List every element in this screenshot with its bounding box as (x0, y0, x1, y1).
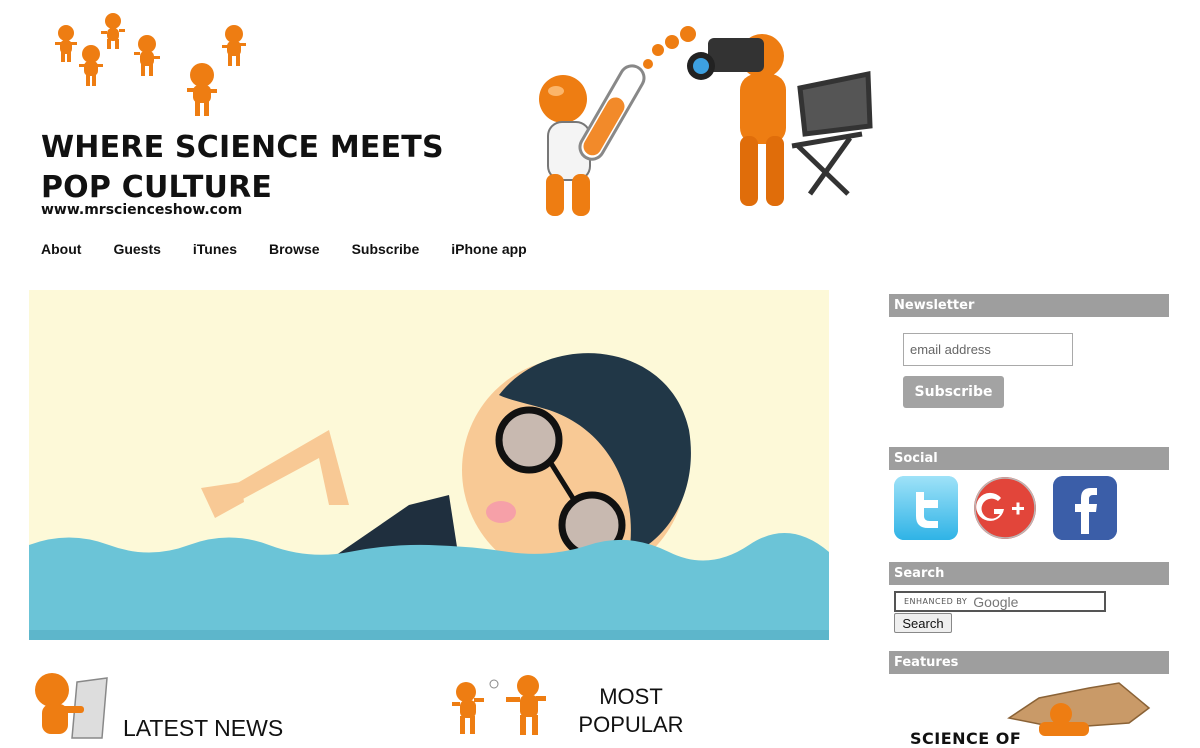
latest-news-figure-icon (35, 673, 108, 739)
nav-itunes[interactable]: iTunes (193, 241, 237, 257)
social-heading: Social (889, 447, 1169, 470)
site-title: WHERE SCIENCE MEETS POP CULTURE (41, 128, 461, 208)
main-nav: About Guests iTunes Browse Subscribe iPh… (41, 241, 559, 257)
features-heading: Features (889, 651, 1169, 674)
most-popular-figures-icon (452, 675, 546, 735)
hero-swimmer-image[interactable] (29, 290, 829, 640)
enhanced-by-label: ENHANCED BY (904, 597, 968, 606)
search-heading: Search (889, 562, 1169, 585)
nav-guests[interactable]: Guests (113, 241, 160, 257)
most-popular-line2: POPULAR (578, 712, 684, 737)
facebook-icon[interactable] (1053, 476, 1117, 540)
nav-about[interactable]: About (41, 241, 81, 257)
nav-iphone-app[interactable]: iPhone app (451, 241, 526, 257)
search-button[interactable]: Search (894, 613, 952, 633)
subscribe-button[interactable]: Subscribe (903, 376, 1004, 408)
running-figures-illustration (55, 13, 246, 116)
most-popular-heading: MOST POPULAR (576, 683, 686, 739)
twitter-icon[interactable] (894, 476, 958, 540)
latest-news-heading: LATEST NEWS (123, 715, 284, 741)
google-logo-text: Google (973, 593, 1019, 610)
email-input[interactable] (903, 333, 1073, 366)
google-plus-icon[interactable] (974, 477, 1036, 539)
site-url: www.mrscienceshow.com (41, 202, 243, 218)
google-search-input[interactable]: ENHANCED BY Google (894, 591, 1106, 612)
features-caption: SCIENCE OF (910, 729, 1022, 748)
newsletter-heading: Newsletter (889, 294, 1169, 317)
site-title-line1: WHERE SCIENCE MEETS (41, 130, 444, 165)
scientist-cameraman-illustration (539, 26, 873, 216)
nav-subscribe[interactable]: Subscribe (352, 241, 420, 257)
nav-browse[interactable]: Browse (269, 241, 320, 257)
most-popular-line1: MOST (599, 684, 663, 709)
